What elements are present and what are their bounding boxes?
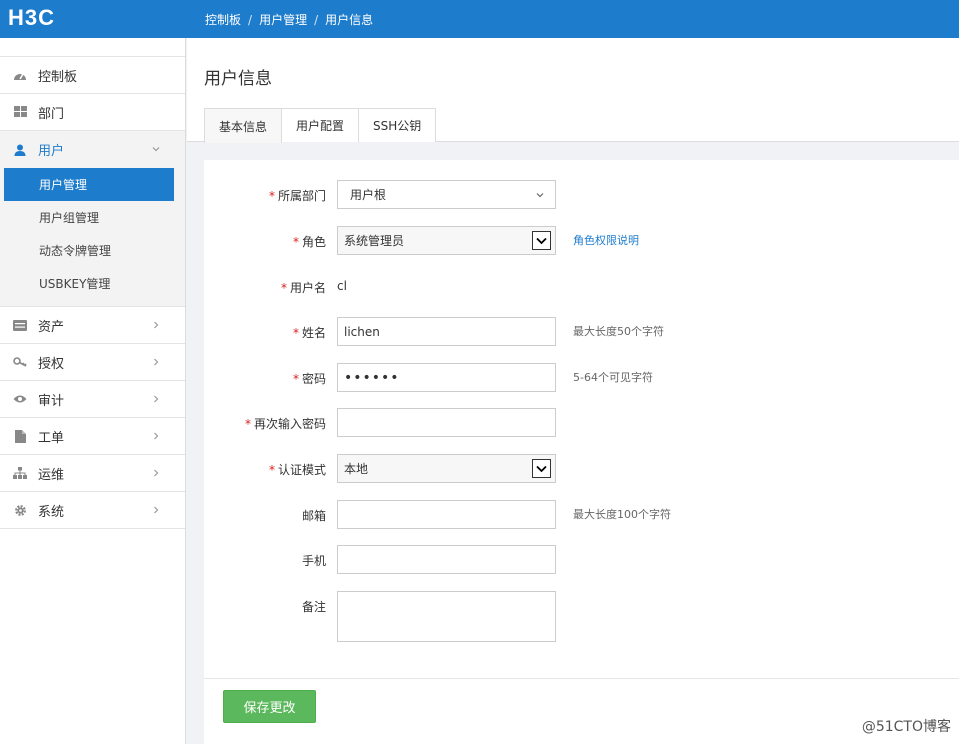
sidebar-subitem-usbkey-management[interactable]: USBKEY管理	[4, 267, 174, 300]
sidebar-item-label: 资产	[38, 319, 65, 335]
sidebar-item-dashboard[interactable]: 控制板	[0, 57, 185, 94]
tab-user-config[interactable]: 用户配置	[281, 108, 360, 142]
grid-icon	[12, 104, 28, 120]
sidebar-item-label: 用户	[38, 144, 65, 159]
chevron-right-icon	[151, 393, 161, 403]
email-label: 邮箱	[301, 509, 326, 523]
password-confirm-input[interactable]	[337, 408, 556, 437]
sidebar-item-label: 部门	[38, 106, 65, 122]
tab-basic-info[interactable]: 基本信息	[204, 108, 283, 143]
sidebar-item-audit[interactable]: 审计	[0, 381, 185, 418]
gear-icon	[12, 502, 28, 518]
key-icon	[12, 354, 28, 370]
name-hint: 最大长度50个字符	[573, 325, 664, 338]
sidebar-item-label: 审计	[38, 393, 65, 409]
password-input[interactable]: ••••••	[337, 363, 556, 392]
chevron-down-icon	[535, 189, 545, 199]
dropdown-arrow-icon	[532, 459, 551, 478]
sidebar-item-user[interactable]: 用户	[0, 131, 185, 168]
user-info-form: * 所属部门 用户根 * 角色 系统管理员 角色权限说明 * 用户名 cl * …	[204, 160, 959, 744]
role-label: * 角色	[292, 235, 326, 249]
sidebar-submenu-user: 用户管理 用户组管理 动态令牌管理 USBKEY管理	[0, 168, 185, 307]
top-bar: H3C 控制板 / 用户管理 / 用户信息	[0, 0, 959, 38]
sidebar-item-system[interactable]: 系统	[0, 492, 185, 529]
phone-input[interactable]	[337, 545, 556, 574]
chevron-right-icon	[151, 504, 161, 514]
form-footer-divider	[204, 678, 959, 679]
sidebar-subitem-user-group-management[interactable]: 用户组管理	[4, 201, 174, 234]
password-label: * 密码	[292, 372, 326, 386]
note-label: 备注	[301, 600, 326, 614]
main-content: 用户信息 基本信息 用户配置 SSH公钥 * 所属部门 用户根 * 角色 系统管理员	[187, 38, 959, 744]
watermark: @51CTO博客	[861, 719, 951, 735]
sidebar-item-authorization[interactable]: 授权	[0, 344, 185, 381]
sidebar-top-spacer	[0, 38, 185, 57]
chevron-right-icon	[151, 430, 161, 440]
sidebar-item-label: 控制板	[38, 69, 78, 85]
email-input[interactable]	[337, 500, 556, 529]
department-label: * 所属部门	[268, 189, 326, 203]
chevron-down-icon	[151, 143, 161, 153]
role-permission-link[interactable]: 角色权限说明	[573, 232, 639, 248]
tab-ssh-key[interactable]: SSH公钥	[358, 108, 437, 142]
breadcrumb-item-user-info: 用户信息	[325, 13, 374, 27]
password-confirm-label: * 再次输入密码	[244, 417, 326, 431]
sitemap-icon	[12, 465, 28, 481]
sidebar-item-label: 工单	[38, 430, 65, 446]
eye-icon	[12, 391, 28, 407]
user-icon	[12, 142, 28, 158]
chevron-right-icon	[151, 467, 161, 477]
chevron-right-icon	[151, 319, 161, 329]
required-mark: *	[292, 326, 299, 340]
server-icon	[12, 317, 28, 333]
auth-mode-select-value: 本地	[344, 462, 369, 476]
sidebar-item-label: 运维	[38, 467, 65, 483]
username-label: * 用户名	[280, 281, 326, 295]
email-hint: 最大长度100个字符	[573, 508, 671, 521]
sidebar-item-department[interactable]: 部门	[0, 94, 185, 131]
chevron-right-icon	[151, 356, 161, 366]
username-value: cl	[337, 279, 347, 293]
name-input[interactable]: lichen	[337, 317, 556, 346]
required-mark: *	[292, 372, 299, 386]
role-select-value: 系统管理员	[344, 234, 405, 248]
sidebar-item-label: 授权	[38, 356, 65, 372]
required-mark: *	[268, 463, 275, 477]
password-hint: 5-64个可见字符	[573, 371, 653, 384]
dashboard-icon	[12, 67, 28, 83]
name-label: * 姓名	[292, 326, 326, 340]
breadcrumb-item-user-management[interactable]: 用户管理	[259, 13, 307, 27]
sidebar: 控制板 部门 用户 用户管理 用户组管理 动态令牌管理 USBKEY管理 资产	[0, 38, 186, 744]
auth-mode-select[interactable]: 本地	[337, 454, 556, 483]
required-mark: *	[244, 417, 251, 431]
required-mark: *	[268, 189, 275, 203]
phone-label: 手机	[301, 554, 326, 568]
dropdown-arrow-icon	[532, 231, 551, 250]
note-textarea[interactable]	[337, 591, 556, 642]
h3c-logo[interactable]: H3C	[8, 6, 88, 30]
sidebar-item-operations[interactable]: 运维	[0, 455, 185, 492]
breadcrumb-item-dashboard[interactable]: 控制板	[205, 13, 241, 27]
required-mark: *	[292, 235, 299, 249]
sidebar-subitem-user-management[interactable]: 用户管理	[4, 168, 174, 201]
auth-mode-label: * 认证模式	[268, 463, 326, 477]
svg-text:H3C: H3C	[8, 6, 55, 30]
role-select[interactable]: 系统管理员	[337, 226, 556, 255]
required-mark: *	[280, 281, 287, 295]
sidebar-item-label: 系统	[38, 504, 65, 520]
page-title: 用户信息	[204, 69, 272, 89]
breadcrumb-separator: /	[248, 13, 253, 27]
department-select-value: 用户根	[350, 188, 387, 202]
breadcrumb-separator: /	[314, 13, 319, 27]
sidebar-item-work-order[interactable]: 工单	[0, 418, 185, 455]
sidebar-subitem-dynamic-token-management[interactable]: 动态令牌管理	[4, 234, 174, 267]
department-select[interactable]: 用户根	[337, 180, 556, 209]
breadcrumb: 控制板 / 用户管理 / 用户信息	[205, 11, 373, 28]
save-changes-button[interactable]: 保存更改	[223, 690, 316, 723]
page-header: 用户信息 基本信息 用户配置 SSH公钥	[187, 38, 959, 143]
tab-bar: 基本信息 用户配置 SSH公钥	[204, 108, 437, 143]
document-icon	[12, 428, 28, 444]
sidebar-item-assets[interactable]: 资产	[0, 307, 185, 344]
